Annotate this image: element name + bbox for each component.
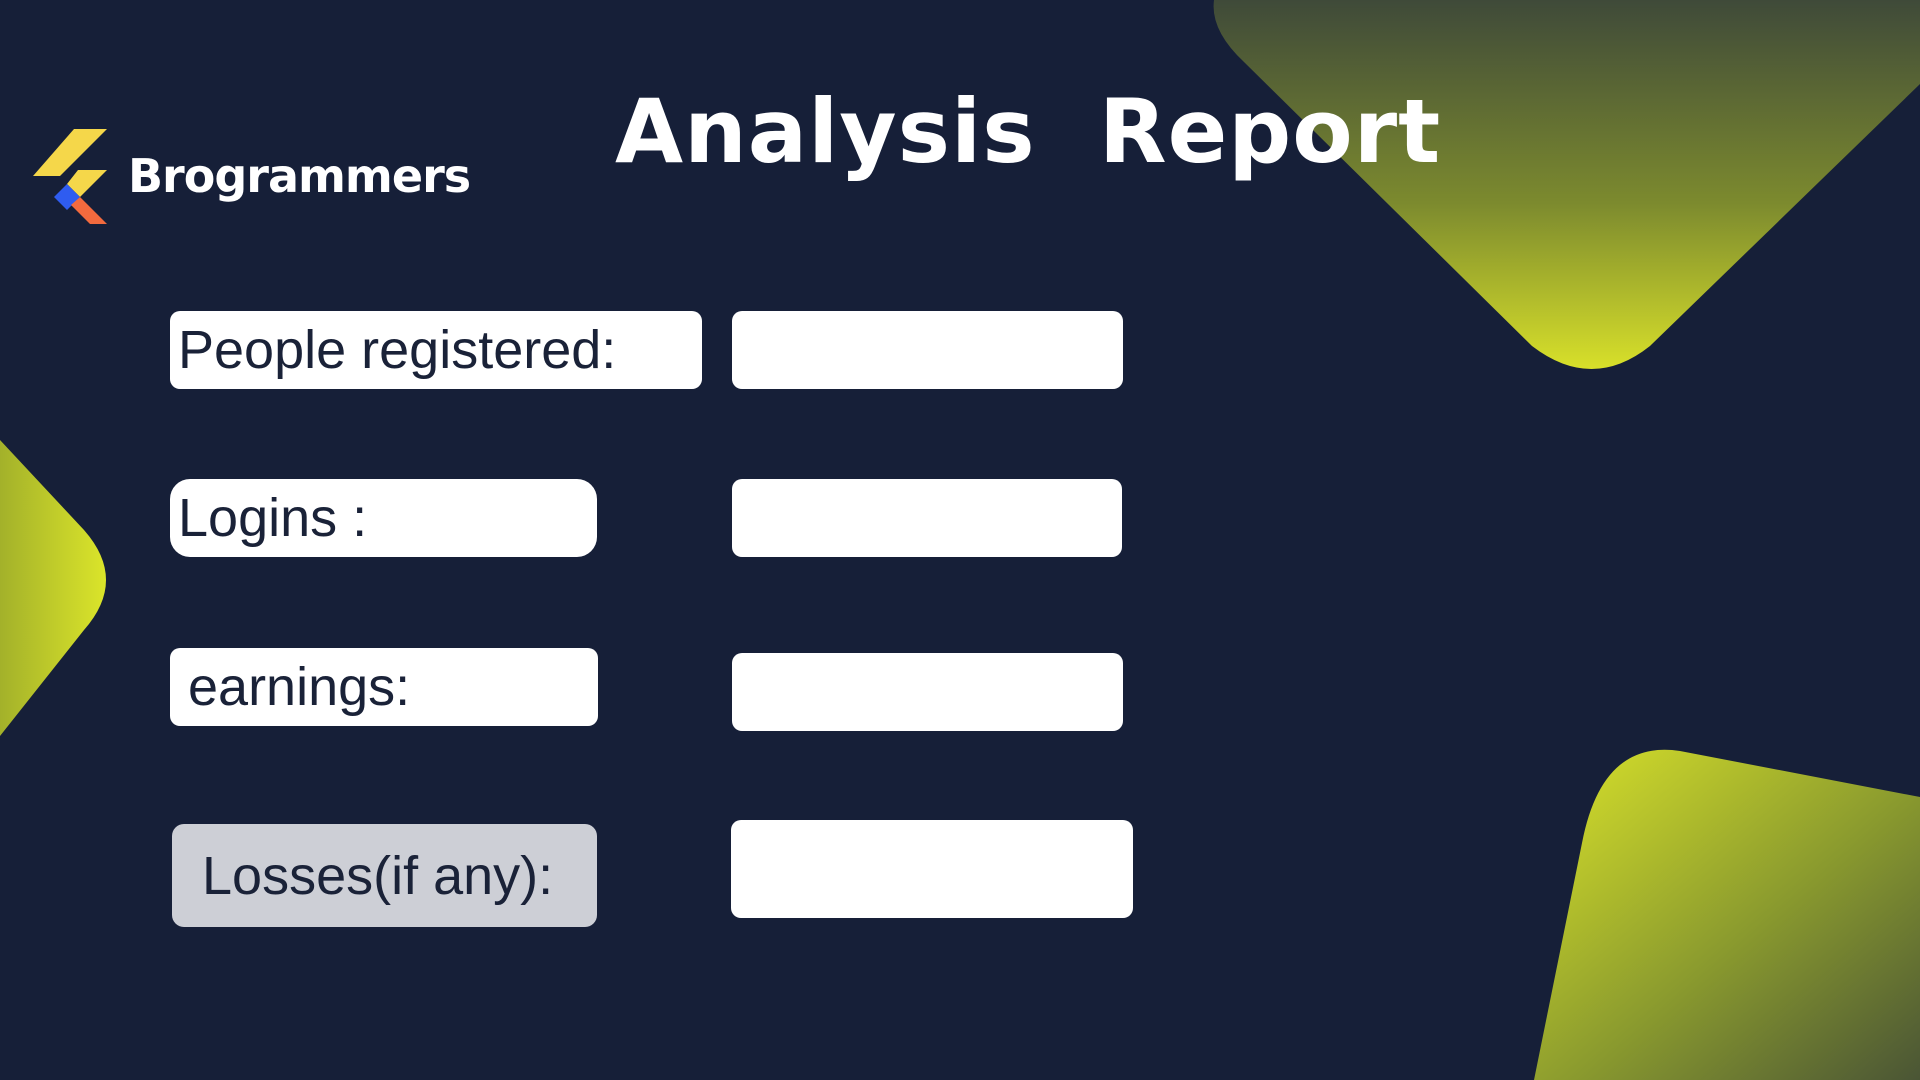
earnings-label: earnings: [170,648,598,726]
logins-label: Logins : [170,479,597,557]
logins-field[interactable] [732,479,1122,557]
page-title: Analysis Report [615,80,1442,183]
people-registered-label: People registered: [170,311,702,389]
earnings-field[interactable] [732,653,1123,731]
losses-field[interactable] [731,820,1133,918]
decorative-shape-left [0,440,106,736]
people-registered-field[interactable] [732,311,1123,389]
losses-label: Losses(if any): [172,824,597,927]
decorative-shape-top-right [1213,0,1920,369]
decorative-shape-bottom-right [1534,749,1920,1080]
flutter-logo-icon [33,129,107,224]
brand: Brogrammers [30,126,471,226]
brand-name: Brogrammers [128,149,471,203]
